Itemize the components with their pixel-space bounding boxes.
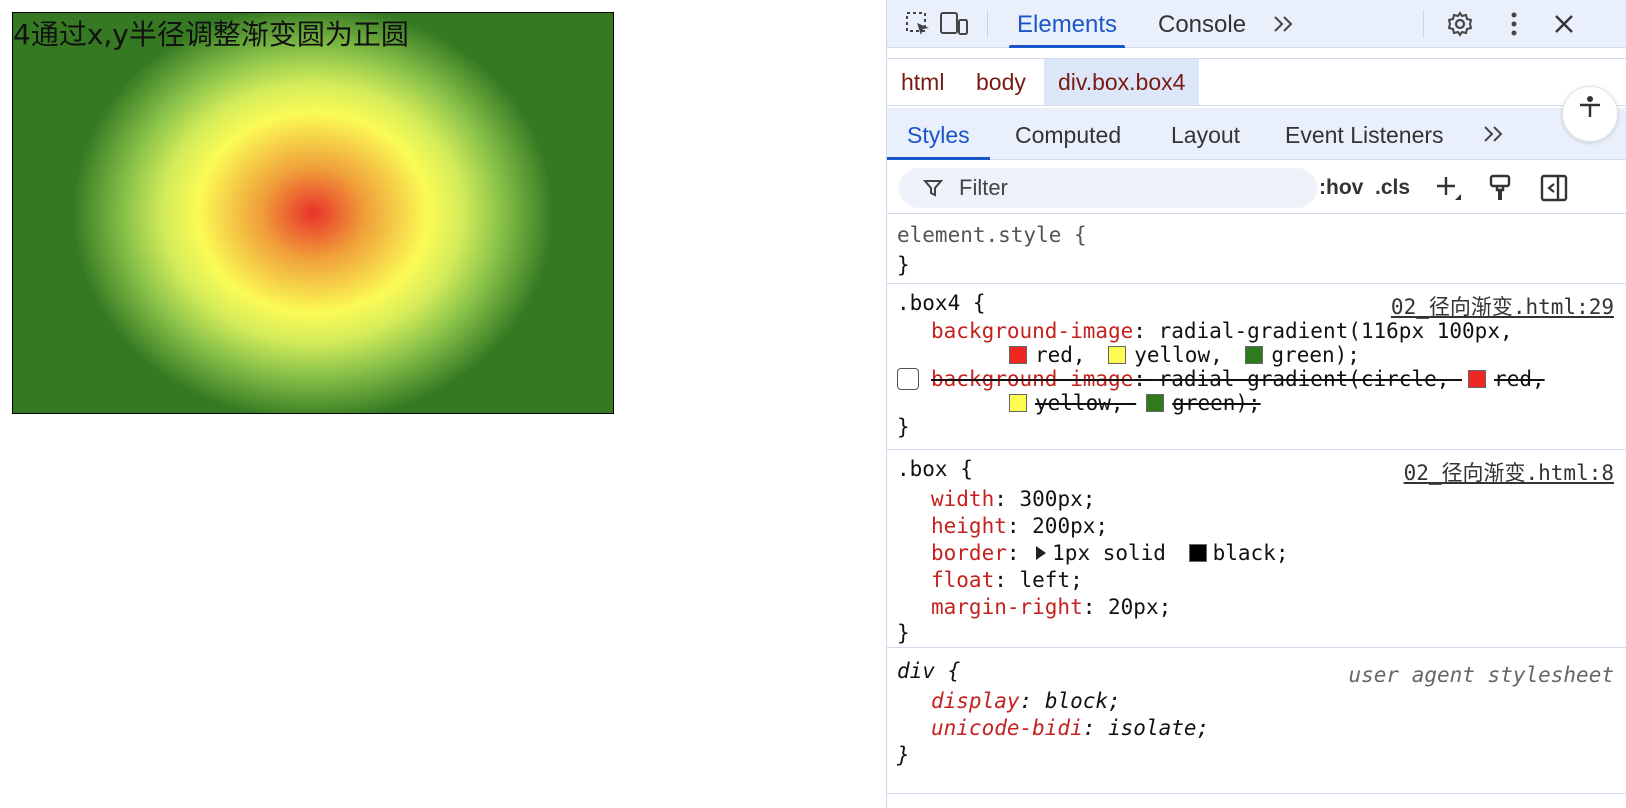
rule-source-link[interactable]: 02_径向渐变.html:8 [1404, 460, 1614, 486]
property-value: block; [1044, 689, 1121, 713]
device-toolbar-icon[interactable] [939, 10, 969, 38]
rule-close-brace: } [897, 253, 910, 277]
property-name: float [931, 568, 995, 592]
rule-source-link[interactable]: 02_径向渐变.html:29 [1391, 294, 1614, 320]
color-swatch-yellow[interactable] [1108, 346, 1127, 364]
toolbar-divider [1423, 10, 1424, 38]
declaration-float[interactable]: float: left; [931, 567, 1083, 593]
color-swatch-green[interactable] [1146, 394, 1165, 412]
declaration-enable-checkbox[interactable] [897, 368, 919, 390]
property-value: 20px; [1108, 595, 1172, 619]
rule-selector[interactable]: .box4 { [897, 290, 986, 316]
declaration-background-image[interactable]: background-image: radial-gradient(116px … [931, 318, 1513, 344]
close-devtools-icon[interactable] [1549, 10, 1579, 38]
rule-close-brace: } [897, 621, 910, 645]
property-value: radial-gradient(116px 100px, [1158, 319, 1513, 343]
declaration-unicode-bidi: unicode-bidi: isolate; [931, 716, 1210, 740]
inspect-element-icon[interactable] [903, 10, 933, 38]
declaration-width[interactable]: width: 300px; [931, 486, 1095, 512]
user-agent-stylesheet-label: user agent stylesheet [1348, 663, 1614, 687]
filter-input[interactable] [957, 174, 1281, 202]
property-value: isolate; [1108, 716, 1210, 740]
property-name: background-image [931, 319, 1134, 343]
devtools-panel: Elements Console html body div.box.box4 … [886, 0, 1626, 808]
declaration-value-continued: yellow, green); [1009, 390, 1261, 416]
devtools-toolbar: Elements Console [887, 0, 1626, 48]
dom-breadcrumb: html body div.box.box4 [887, 58, 1626, 106]
rule-selector[interactable]: .box { [897, 456, 973, 482]
rule-selector[interactable]: element.style { [897, 223, 1087, 247]
more-subtabs-chevron-icon[interactable] [1479, 120, 1509, 148]
tab-event-listeners[interactable]: Event Listeners [1285, 108, 1444, 160]
paint-brush-icon[interactable] [1485, 172, 1515, 204]
declaration-border[interactable]: border: 1px solid black; [931, 540, 1288, 566]
color-swatch-green[interactable] [1245, 346, 1264, 364]
box-caption: 4通过x,y半径调整渐变圆为正圆 [13, 18, 409, 51]
rule-close-brace: } [897, 415, 910, 439]
more-tabs-chevron-icon[interactable] [1269, 10, 1299, 38]
property-name: height [931, 514, 1007, 538]
declaration-background-image-disabled[interactable]: background-image: radial-gradient(circle… [931, 366, 1545, 392]
style-rule-element-style: element.style { } [887, 214, 1626, 284]
property-name: background-image [931, 367, 1134, 391]
declaration-height[interactable]: height: 200px; [931, 513, 1108, 539]
property-name: display [931, 689, 1020, 713]
declaration-margin-right[interactable]: margin-right: 20px; [931, 594, 1171, 620]
rule-close-brace: } [897, 743, 910, 767]
value-token: yellow, [1134, 343, 1223, 367]
styles-filter-row: :hov .cls [887, 162, 1626, 214]
settings-gear-icon[interactable] [1445, 10, 1475, 38]
color-swatch-yellow[interactable] [1009, 394, 1027, 412]
style-rule-box: .box { 02_径向渐变.html:8 width: 300px; heig… [887, 450, 1626, 648]
property-value: left; [1019, 568, 1083, 592]
value-token: red, [1035, 343, 1086, 367]
toolbar-divider [987, 10, 988, 38]
breadcrumb-div-box-box4[interactable]: div.box.box4 [1044, 59, 1200, 105]
property-name: width [931, 487, 995, 511]
toggle-sidebar-icon[interactable] [1539, 172, 1569, 204]
declaration-display: display: block; [931, 689, 1121, 713]
property-value: 200px; [1032, 514, 1109, 538]
gradient-box: 4通过x,y半径调整渐变圆为正圆 [12, 12, 614, 414]
tab-elements[interactable]: Elements [1008, 0, 1126, 48]
accessibility-tree-toggle-button[interactable] [1562, 86, 1618, 142]
value-token: green); [1271, 343, 1360, 367]
expand-triangle-icon[interactable] [1036, 546, 1047, 560]
filter-funnel-icon [923, 177, 945, 199]
tab-computed[interactable]: Computed [1015, 108, 1121, 160]
value-token: black; [1212, 541, 1289, 565]
tab-styles[interactable]: Styles [887, 108, 990, 160]
rule-selector: div { [897, 659, 961, 683]
breadcrumb-body[interactable]: body [962, 59, 1040, 105]
color-swatch-black[interactable] [1188, 544, 1207, 562]
tab-console[interactable]: Console [1158, 0, 1246, 48]
declaration-value-continued: red, yellow, green); [1009, 342, 1360, 368]
sidebar-tabs: Styles Computed Layout Event Listeners [887, 108, 1626, 160]
style-rule-div-user-agent: div { user agent stylesheet display: blo… [887, 648, 1626, 794]
page-preview: 4通过x,y半径调整渐变圆为正圆 [0, 0, 886, 808]
more-options-kebab-icon[interactable] [1499, 10, 1529, 38]
property-name: unicode-bidi [931, 716, 1083, 740]
property-value: 300px; [1019, 487, 1096, 511]
toggle-cls-button[interactable]: .cls [1375, 172, 1410, 204]
property-name: margin-right [931, 595, 1083, 619]
new-style-rule-plus-icon[interactable] [1433, 172, 1463, 204]
breadcrumb-html[interactable]: html [887, 59, 958, 105]
value-token: yellow, [1035, 391, 1124, 415]
color-swatch-red[interactable] [1009, 346, 1027, 364]
property-value: 1px solid [1052, 541, 1166, 565]
value-token: green); [1172, 391, 1261, 415]
style-rule-box4: .box4 { 02_径向渐变.html:29 background-image… [887, 284, 1626, 450]
property-name: border [931, 541, 1007, 565]
color-swatch-red[interactable] [1468, 370, 1487, 388]
property-value: radial-gradient(circle, [1158, 367, 1450, 391]
value-token: red, [1494, 367, 1545, 391]
tab-layout[interactable]: Layout [1171, 108, 1240, 160]
filter-field[interactable] [899, 168, 1317, 208]
toggle-hov-button[interactable]: :hov [1319, 172, 1363, 204]
